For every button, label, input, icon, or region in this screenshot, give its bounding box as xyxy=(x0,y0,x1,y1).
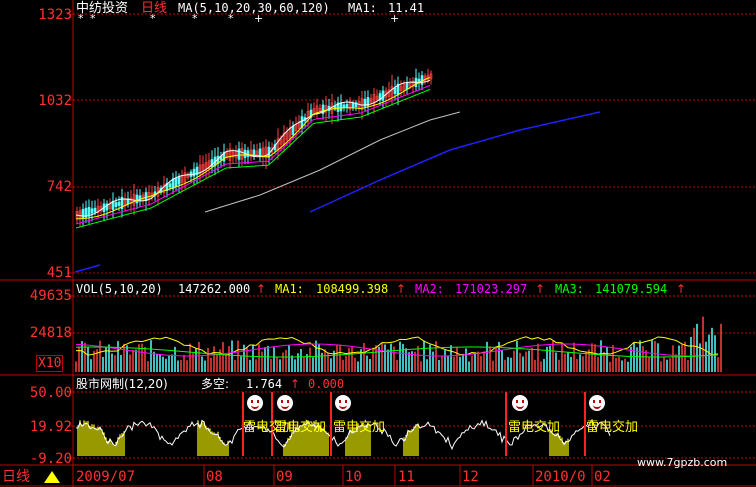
smiley-icon xyxy=(277,395,293,411)
signal-label: 雷电交加 xyxy=(333,420,386,435)
candle-body xyxy=(291,125,295,135)
smiley-icon xyxy=(589,395,605,411)
period-label: 日线 xyxy=(141,1,168,16)
stock-chart-window: { "colors":{"frame":"#c00000","up":"#ff4… xyxy=(0,0,756,487)
duokong-value: 1.764 xyxy=(246,377,283,391)
vol-ma2-label: MA2: xyxy=(415,282,444,296)
date-label: 11 xyxy=(398,469,415,485)
price-tick-3: 742 xyxy=(46,179,72,195)
price-volume-chart-svg: * * * * * + + xyxy=(0,0,756,487)
period-up-arrow-icon[interactable] xyxy=(44,471,60,483)
ma1-value: 11.41 xyxy=(388,1,425,15)
price-tick-4: 451 xyxy=(46,265,72,281)
candle-body xyxy=(117,201,121,206)
candle-body xyxy=(393,87,397,94)
ma1-label: MA1: xyxy=(348,1,377,15)
date-label: 2009/07 xyxy=(76,469,136,485)
ind-tick-3: -9.20 xyxy=(29,451,72,467)
candle-body xyxy=(237,148,241,160)
ma-params: MA(5,10,20,30,60,120) xyxy=(178,1,330,15)
vol-ma3-value: 141079.594 xyxy=(595,282,668,296)
price-tick-2: 1032 xyxy=(38,93,72,109)
ma120-line-start xyxy=(74,264,101,273)
vol-title: VOL(5,10,20) xyxy=(76,282,163,296)
candle-body xyxy=(339,102,343,112)
candle-body xyxy=(420,75,424,85)
signal-label: 雷电交加 xyxy=(508,420,561,435)
candle-body xyxy=(177,176,181,185)
candle-body xyxy=(351,103,355,108)
candle-body xyxy=(114,202,118,208)
candle-body xyxy=(405,82,409,90)
candle-body xyxy=(345,103,349,109)
duokong-arrow: ↑ xyxy=(290,377,301,391)
ind-tick-1: 50.00 xyxy=(29,385,72,401)
smiley-icon xyxy=(512,395,528,411)
smiley-icon xyxy=(335,395,351,411)
stock-name: 中纺投资 xyxy=(76,1,129,16)
date-label: 12 xyxy=(462,469,479,485)
vol-ma1-label: MA1: xyxy=(275,282,304,296)
signal-label: 雷电交加 xyxy=(586,420,639,435)
vol-ma2-value: 171023.297 xyxy=(455,282,528,296)
date-label: 09 xyxy=(276,469,293,485)
date-label: 02 xyxy=(594,469,611,485)
ma30-line xyxy=(75,88,431,229)
ind-tick-2: 19.92 xyxy=(29,419,72,435)
ma5-line xyxy=(75,79,431,217)
candle-body xyxy=(90,208,94,214)
vol-ma1-arrow: ↑ xyxy=(396,282,407,296)
indicator-second-value: 0.000 xyxy=(308,377,345,391)
candle-body xyxy=(246,150,250,157)
vol-multiplier: X10 xyxy=(36,355,64,372)
vol-arrow: ↑ xyxy=(256,282,267,296)
candle-body xyxy=(168,183,172,188)
vol-ma1-value: 108499.398 xyxy=(316,282,389,296)
vol-tick-1: 49635 xyxy=(29,288,72,304)
vol-ma2-arrow: ↑ xyxy=(535,282,546,296)
duokong-label: 多空: xyxy=(201,377,230,391)
watermark: www.7gpzb.com xyxy=(637,456,728,469)
candle-body xyxy=(381,90,385,101)
candle-body xyxy=(135,194,139,204)
vol-ma3-arrow: ↑ xyxy=(676,282,687,296)
signal-label: 雷电交加 xyxy=(274,420,327,435)
ma120-line xyxy=(309,111,601,213)
indicator-title: 股市网制(12,20) xyxy=(76,377,168,391)
vol-tick-2: 24818 xyxy=(29,325,72,341)
date-label: 2010/0 xyxy=(535,469,586,485)
vol-ma3-label: MA3: xyxy=(555,282,584,296)
vol-value: 147262.000 xyxy=(178,282,251,296)
candle-body xyxy=(93,207,97,213)
candle-body xyxy=(144,192,148,202)
date-label: 08 xyxy=(206,469,223,485)
smiley-icon xyxy=(247,395,263,411)
price-tick-1: 1323 xyxy=(38,7,72,23)
candle-body xyxy=(192,168,196,177)
date-label: 10 xyxy=(345,469,362,485)
candle-body xyxy=(174,177,178,187)
period-tab[interactable]: 日线 xyxy=(2,470,30,485)
